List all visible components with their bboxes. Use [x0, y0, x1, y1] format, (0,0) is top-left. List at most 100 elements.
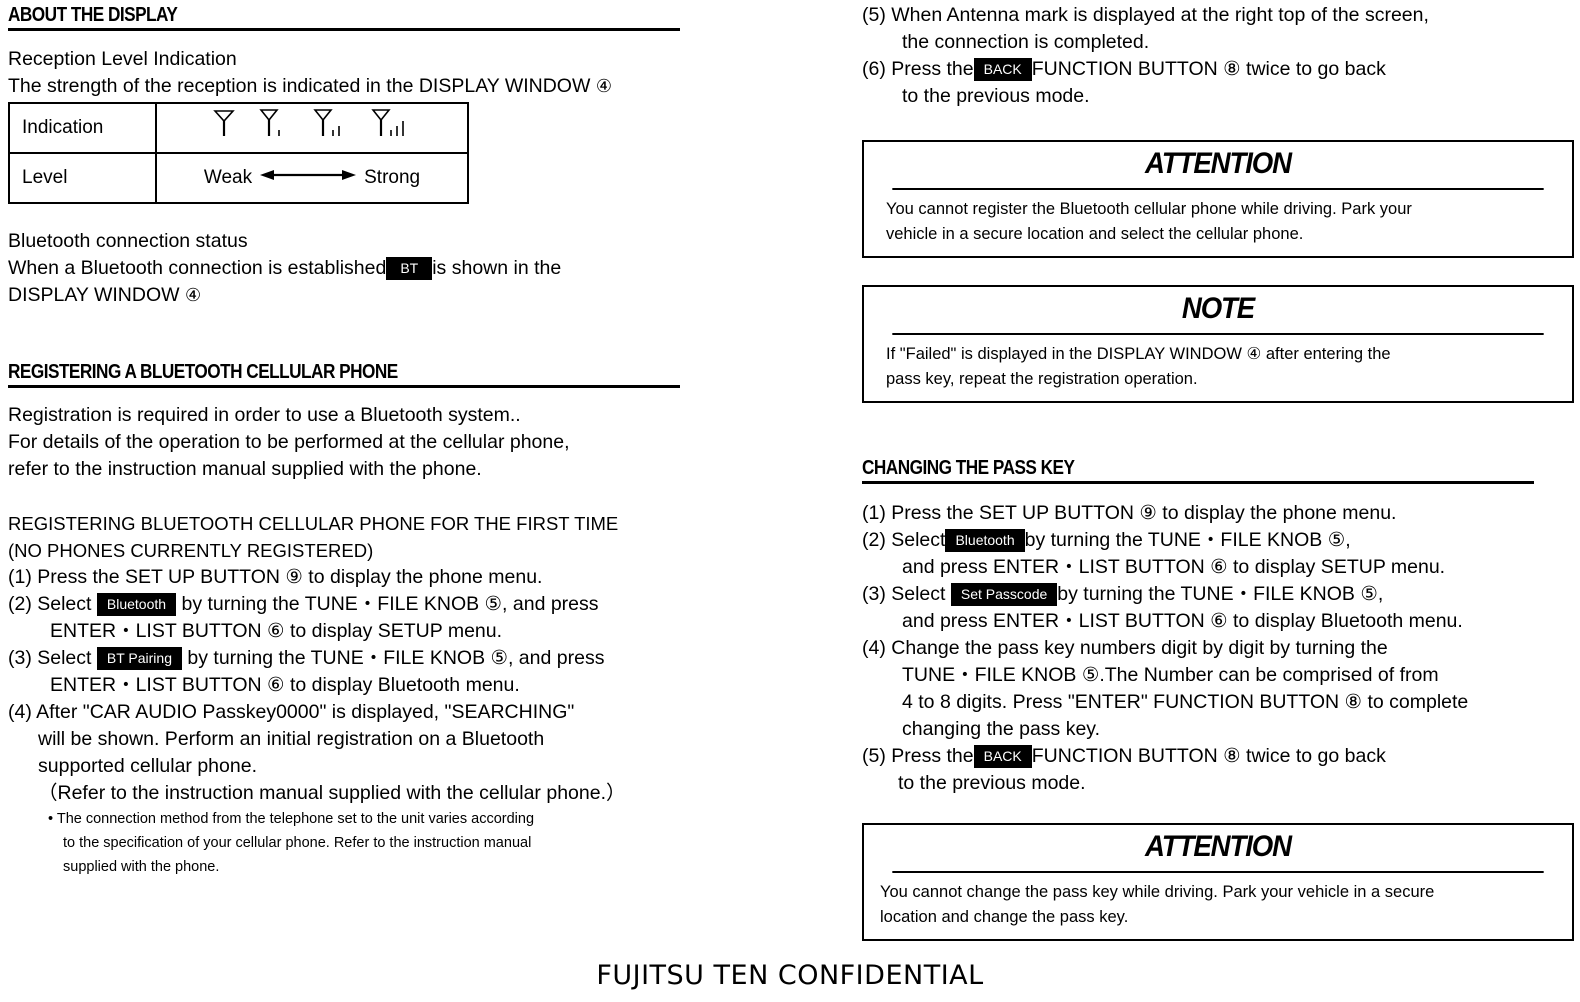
attention-box-2-line: You cannot change the pass key while dri…	[880, 883, 1435, 901]
table-row: Level Weak Strong	[8, 152, 469, 204]
set-passcode-menu-key: Set Passcode	[950, 583, 1058, 606]
passkey-step-4-line: 4 to 8 digits. Press "ENTER" FUNCTION BU…	[902, 691, 1469, 713]
attention-box-1-line: You cannot register the Bluetooth cellul…	[886, 200, 1412, 218]
passkey-step-2-text-a: (2) Select	[862, 529, 946, 551]
registering-subtitle-2: (NO PHONES CURRENTLY REGISTERED)	[8, 540, 374, 561]
registering-subtitle-1: REGISTERING BLUETOOTH CELLULAR PHONE FOR…	[8, 513, 619, 534]
note-box-line: pass key, repeat the registration operat…	[886, 370, 1198, 388]
passkey-step-5-text-b: FUNCTION BUTTON ⑧ twice to go back	[1031, 745, 1386, 767]
registering-step-2-line-1: (2) Select Bluetooth by turning the TUNE…	[8, 591, 748, 618]
step-2-text-a: (2) Select	[8, 593, 92, 615]
antenna-1-bar-icon	[259, 107, 291, 145]
section-heading-changing-pass-key: CHANGING THE PASS KEY	[862, 457, 1075, 479]
registering-intro-line: refer to the instruction manual supplied…	[8, 458, 482, 480]
registering-step-4-line: supported cellular phone.	[38, 755, 257, 777]
antenna-2-bars-icon	[313, 107, 349, 145]
reception-level-intro-text: The strength of the reception is indicat…	[8, 75, 596, 97]
bt-status-line-2: DISPLAY WINDOW ④	[8, 282, 748, 309]
reception-level-subheading: Reception Level Indication	[8, 48, 237, 70]
attention-box-2-body: You cannot change the pass key while dri…	[864, 873, 1572, 939]
passkey-step-2-line-2: and press ENTER・LIST BUTTON ⑥ to display…	[902, 556, 1446, 578]
table-row: Indication	[8, 102, 469, 154]
attention-box-1-title: ATTENTION	[892, 142, 1544, 190]
registering-step-3-line-1: (3) Select BT Pairing by turning the TUN…	[8, 645, 748, 672]
passkey-step-1: (1) Press the SET UP BUTTON ⑨ to display…	[862, 502, 1397, 524]
attention-box-1: ATTENTION You cannot register the Blueto…	[862, 140, 1574, 258]
step-6-text-a: (6) Press the	[862, 58, 974, 80]
step-3-text-b: by turning the TUNE・FILE KNOB ⑤, and pre…	[187, 647, 605, 669]
bt-indicator-key: BT	[386, 257, 433, 280]
bt-pairing-menu-key: BT Pairing	[96, 647, 182, 670]
step-6-line-1: (6) Press the BACK FUNCTION BUTTON ⑧ twice…	[862, 56, 1574, 83]
registering-step-3-line-2: ENTER・LIST BUTTON ⑥ to display Bluetooth…	[50, 674, 520, 696]
registering-bullet-line: supplied with the phone.	[63, 859, 220, 875]
registering-step-2-line-2: ENTER・LIST BUTTON ⑥ to display SETUP men…	[50, 620, 503, 642]
passkey-step-3-text-b: by turning the TUNE・FILE KNOB ⑤,	[1057, 583, 1384, 605]
level-strong-label: Strong	[364, 167, 421, 188]
passkey-step-4-line: changing the pass key.	[902, 718, 1101, 740]
registering-bullet-line: to the specification of your cellular ph…	[63, 835, 532, 851]
reception-level-table: Indication Level Weak Strong	[8, 102, 469, 204]
bt-status-text-a: When a Bluetooth connection is establish…	[8, 257, 387, 279]
passkey-step-5-text-a: (5) Press the	[862, 745, 974, 767]
bt-status-title: Bluetooth connection status	[8, 230, 248, 252]
passkey-step-3-text-a: (3) Select	[862, 583, 946, 605]
step-2-text-b: by turning the TUNE・FILE KNOB ⑤, and pre…	[181, 593, 599, 615]
registering-intro-line: For details of the operation to be perfo…	[8, 431, 570, 453]
reception-level-intro: The strength of the reception is indicat…	[8, 73, 748, 100]
registering-intro-line: Registration is required in order to use…	[8, 404, 521, 426]
section-heading-registering: REGISTERING A BLUETOOTH CELLULAR PHONE	[8, 361, 398, 383]
circled-four-icon: ④	[184, 285, 202, 305]
registering-step-4-line: (4) After "CAR AUDIO Passkey0000" is dis…	[8, 701, 575, 723]
table-cell-level-label: Level	[8, 152, 157, 204]
registering-step-4-line: （Refer to the instruction manual supplie…	[38, 782, 626, 804]
level-scale: Weak Strong	[158, 167, 466, 189]
passkey-step-2-line-1: (2) Select Bluetooth by turning the TUNE・F…	[862, 527, 1574, 554]
note-box: NOTE If "Failed" is displayed in the DIS…	[862, 285, 1574, 403]
step-5-line: (5) When Antenna mark is displayed at th…	[862, 4, 1429, 26]
passkey-step-2-text-b: by turning the TUNE・FILE KNOB ⑤,	[1024, 529, 1351, 551]
table-cell-indication-label: Indication	[8, 102, 157, 154]
double-arrow-icon	[258, 167, 358, 189]
bluetooth-menu-key: Bluetooth	[96, 593, 177, 616]
attention-box-1-body: You cannot register the Bluetooth cellul…	[864, 190, 1572, 256]
passkey-step-5-line-2: to the previous mode.	[898, 772, 1086, 794]
attention-box-1-line: vehicle in a secure location and select …	[886, 225, 1304, 243]
note-box-line: If "Failed" is displayed in the DISPLAY …	[886, 345, 1391, 363]
back-function-key: BACK	[973, 745, 1032, 768]
step-6-line-2: to the previous mode.	[902, 85, 1090, 107]
step-6-text-b: FUNCTION BUTTON ⑧ twice to go back	[1031, 58, 1386, 80]
passkey-step-3-line-2: and press ENTER・LIST BUTTON ⑥ to display…	[902, 610, 1463, 632]
passkey-step-4-line: (4) Change the pass key numbers digit by…	[862, 637, 1388, 659]
table-cell-indication-value	[155, 102, 469, 154]
left-column: ABOUT THE DISPLAY Reception Level Indica…	[8, 0, 748, 879]
step-5-line: the connection is completed.	[902, 31, 1150, 53]
step-3-text-a: (3) Select	[8, 647, 92, 669]
attention-box-2-title: ATTENTION	[892, 825, 1544, 873]
registering-step-4-line: will be shown. Perform an initial regist…	[38, 728, 545, 750]
attention-box-2: ATTENTION You cannot change the pass key…	[862, 823, 1574, 941]
footer-confidential-notice: FUJITSU TEN CONFIDENTIAL	[596, 960, 984, 991]
registering-step-1: (1) Press the SET UP BUTTON ⑨ to display…	[8, 566, 543, 588]
circled-four-icon: ④	[595, 76, 612, 96]
passkey-step-5-line-1: (5) Press the BACK FUNCTION BUTTON ⑧ twice…	[862, 743, 1574, 770]
section-heading-about-display: ABOUT THE DISPLAY	[8, 4, 178, 26]
passkey-step-4-line: TUNE・FILE KNOB ⑤.The Number can be compr…	[902, 664, 1439, 686]
bt-status-text-b: is shown in the	[432, 257, 562, 279]
note-box-title: NOTE	[892, 287, 1544, 335]
level-weak-label: Weak	[203, 167, 253, 188]
antenna-0-bars-icon	[211, 107, 237, 145]
back-function-key: BACK	[973, 58, 1032, 81]
note-box-body: If "Failed" is displayed in the DISPLAY …	[864, 335, 1572, 401]
manual-page: ABOUT THE DISPLAY Reception Level Indica…	[0, 0, 1580, 1002]
table-cell-level-value: Weak Strong	[155, 152, 469, 204]
antenna-icon-row	[158, 109, 466, 145]
registering-bullet-line: • The connection method from the telepho…	[48, 811, 535, 827]
antenna-3-bars-icon	[371, 107, 413, 145]
bt-status-line-1: When a Bluetooth connection is establish…	[8, 255, 748, 282]
right-column: (5) When Antenna mark is displayed at th…	[862, 0, 1574, 941]
passkey-step-3-line-1: (3) Select Set Passcode by turning the TU…	[862, 581, 1574, 608]
bt-status-text-c: DISPLAY WINDOW	[8, 284, 185, 306]
attention-box-2-line: location and change the pass key.	[880, 908, 1129, 926]
bluetooth-menu-key: Bluetooth	[945, 529, 1025, 552]
